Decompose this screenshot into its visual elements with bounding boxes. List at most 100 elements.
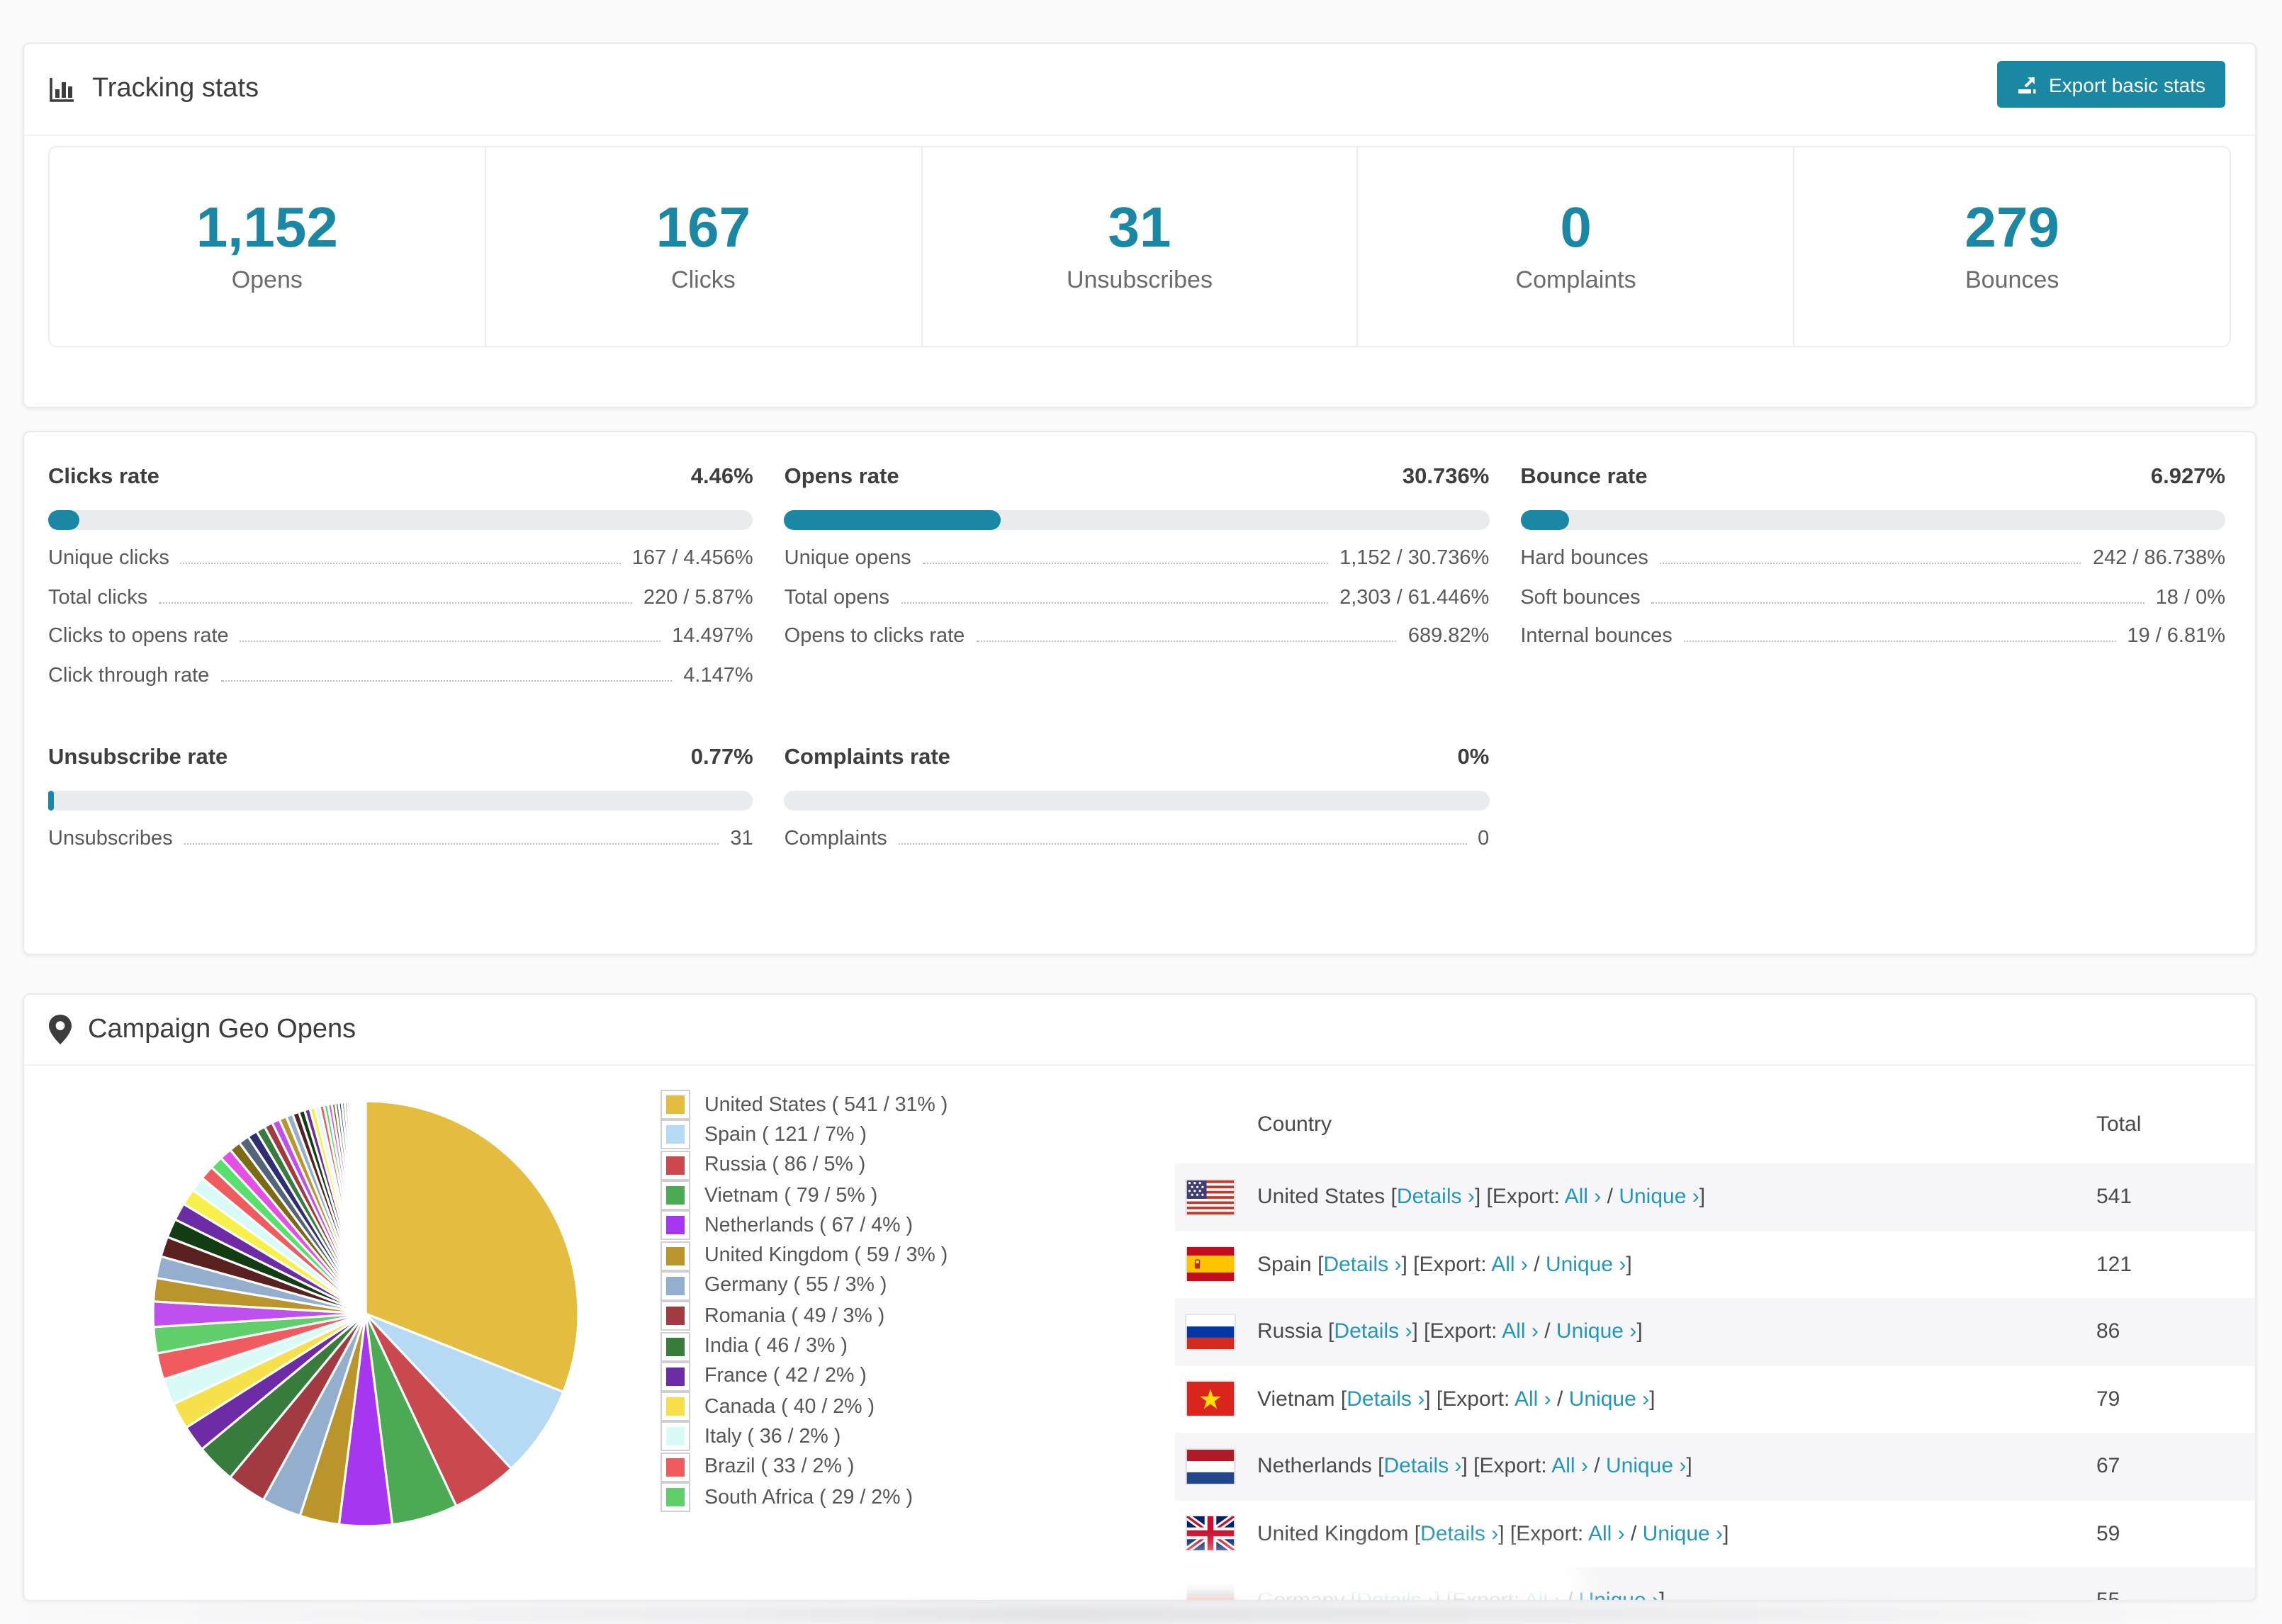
legend-label: Canada ( 40 / 2% ) [704,1395,875,1419]
legend-swatch [661,1421,690,1452]
stat-value: 19 / 6.81% [2127,625,2225,648]
table-row-us: United States [Details ›] [Export: All ›… [1175,1163,2255,1231]
geo-opens-card: Campaign Geo Opens United States ( 541 /… [23,993,2256,1601]
export-unique-link[interactable]: Unique › [1643,1522,1723,1546]
rate-title-row: Clicks rate 4.46% [48,461,753,495]
total-cell: 67 [2096,1454,2120,1479]
legend-item: Italy ( 36 / 2% ) [661,1421,948,1453]
legend-swatch [661,1241,690,1271]
flag-ru-icon [1186,1314,1235,1349]
flag-gb-icon [1186,1516,1235,1551]
legend-label: United States ( 541 / 31% ) [704,1093,948,1117]
country-name: Vietnam [1257,1387,1335,1411]
pie-slice-other[interactable] [363,1100,367,1315]
stat-label: Total clicks [48,586,148,609]
summary-label: Opens [231,266,303,293]
details-link[interactable]: Details › [1323,1253,1401,1277]
complaints-rate-block: Complaints rate 0% Complaints 0 [784,741,1490,867]
details-link[interactable]: Details › [1356,1589,1434,1601]
stat-label: Soft bounces [1520,586,1641,609]
legend-swatch [661,1331,690,1362]
legend-item: United Kingdom ( 59 / 3% ) [661,1241,948,1271]
progress-fill [784,510,1001,530]
details-link[interactable]: Details › [1420,1522,1498,1546]
export-unique-link[interactable]: Unique › [1579,1589,1659,1601]
dotted-leader [1659,563,2081,564]
export-label: Export: [1442,1387,1514,1411]
export-all-link[interactable]: All › [1565,1185,1602,1209]
geo-title: Campaign Geo Opens [88,1014,356,1044]
rate-rows: Hard bounces 242 / 86.738% Soft bounces 18 … [1520,547,2225,664]
geo-pie-chart[interactable] [147,1095,584,1532]
export-label: Export: [1429,1319,1502,1344]
progress-fill [48,510,80,530]
rate-value: 6.927% [2150,465,2225,489]
legend-item: United States ( 541 / 31% ) [661,1090,948,1120]
export-all-link[interactable]: All › [1551,1455,1588,1479]
legend-swatch [661,1361,690,1392]
dotted-leader [180,563,621,564]
summary-box-opens: 1,152 Opens [50,147,485,346]
stat-value: 18 / 0% [2155,586,2225,609]
rate-title-row: Unsubscribe rate 0.77% [48,741,753,775]
dotted-leader [901,602,1329,603]
stat-row: Hard bounces 242 / 86.738% [1520,547,2225,586]
geo-table-body: United States [Details ›] [Export: All ›… [1175,1163,2255,1601]
country-cell: United Kingdom [Details ›] [Export: All … [1257,1521,1729,1546]
legend-swatch [661,1270,690,1301]
dotted-leader [922,563,1329,564]
export-unique-link[interactable]: Unique › [1606,1455,1686,1479]
flag-us-icon [1186,1180,1235,1214]
export-label: Export: [1516,1521,1588,1546]
details-link[interactable]: Details › [1397,1185,1475,1209]
table-row-es: Spain [Details ›] [Export: All › / Uniqu… [1175,1231,2255,1298]
legend-swatch [661,1210,690,1241]
legend-item: Vietnam ( 79 / 5% ) [661,1180,948,1211]
rate-title-row: Complaints rate 0% [785,741,1490,775]
dotted-leader [898,843,1467,845]
export-basic-stats-button[interactable]: Export basic stats [1996,61,2225,108]
geo-card-header: Campaign Geo Opens [24,995,2255,1064]
total-column-header: Total [2096,1112,2142,1137]
export-unique-link[interactable]: Unique › [1569,1387,1649,1411]
stat-label: Total opens [784,586,889,609]
dotted-leader [1683,641,2116,642]
export-label: Export: [1479,1454,1552,1479]
country-name: United Kingdom [1257,1521,1409,1546]
stat-value: 4.147% [683,664,753,687]
rates-grid: Clicks rate 4.46% Unique clicks 167 / 4.456… [48,461,2225,867]
rates-card: Clicks rate 4.46% Unique clicks 167 / 4.456… [23,431,2256,955]
flag-de-icon [1186,1584,1235,1600]
geo-header-divider [24,1064,2255,1066]
details-link[interactable]: Details › [1347,1387,1424,1411]
header-divider [24,135,2255,136]
stat-value: 689.82% [1407,625,1490,648]
pie-legend: United States ( 541 / 31% ) Spain ( 121 /… [661,1090,948,1512]
export-all-link[interactable]: All › [1502,1320,1539,1344]
export-all-link[interactable]: All › [1491,1253,1528,1277]
progress-track [784,510,1490,530]
rate-rows: Complaints 0 [785,828,1490,867]
legend-item: France ( 42 / 2% ) [661,1361,948,1392]
rate-title: Complaints rate [784,745,950,769]
export-all-link[interactable]: All › [1524,1589,1561,1601]
summary-box-complaints: 0 Complaints [1356,147,1794,346]
country-column-header: Country [1257,1112,1332,1137]
dotted-leader [184,843,719,845]
country-name: Russia [1257,1319,1322,1344]
rate-rows: Unique clicks 167 / 4.456% Total clicks 220… [48,547,753,703]
export-unique-link[interactable]: Unique › [1546,1253,1626,1277]
export-unique-link[interactable]: Unique › [1619,1185,1699,1209]
legend-swatch [661,1392,690,1422]
legend-item: Spain ( 121 / 7% ) [661,1120,948,1151]
export-all-link[interactable]: All › [1514,1387,1551,1411]
country-cell: Germany [Details ›] [Export: All › / Uni… [1175,1589,2096,1601]
export-icon [2016,74,2038,95]
summary-value: 279 [1965,197,2059,259]
stat-row: Total clicks 220 / 5.87% [48,586,753,625]
export-unique-link[interactable]: Unique › [1556,1320,1636,1344]
details-link[interactable]: Details › [1334,1320,1412,1344]
details-link[interactable]: Details › [1383,1455,1461,1479]
export-all-link[interactable]: All › [1588,1522,1625,1546]
stat-value: 2,303 / 61.446% [1339,586,1490,609]
